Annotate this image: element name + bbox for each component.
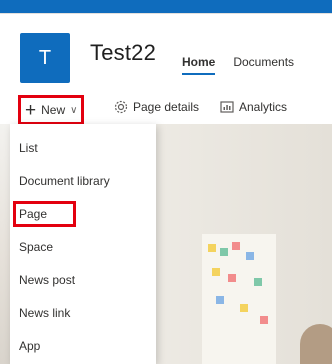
site-header: T Test22 Home Documents — [0, 14, 332, 92]
analytics-label: Analytics — [239, 100, 288, 114]
tab-home[interactable]: Home — [182, 55, 216, 75]
site-navigation: Home Documents — [182, 55, 294, 75]
site-title[interactable]: Test22 — [90, 40, 156, 66]
suite-bar — [0, 0, 332, 13]
command-bar: + New ∨ Page details Analytics — [0, 92, 332, 125]
tab-documents[interactable]: Documents — [233, 55, 294, 75]
menu-item-app[interactable]: App — [10, 332, 156, 360]
sticky-notes-board — [202, 234, 276, 364]
page-details-label: Page details — [133, 100, 200, 114]
menu-item-news-post[interactable]: News post — [10, 266, 156, 294]
analytics-button[interactable]: Analytics — [220, 100, 287, 114]
gear-icon — [114, 100, 128, 114]
new-dropdown-menu: List Document library Page Space News po… — [10, 124, 156, 364]
plus-icon: + — [25, 99, 37, 121]
new-button[interactable]: + New ∨ — [18, 95, 85, 125]
new-label: New — [41, 103, 66, 117]
menu-item-page[interactable]: Page — [10, 200, 156, 228]
site-logo[interactable]: T — [20, 33, 70, 83]
menu-item-document-library[interactable]: Document library — [10, 167, 156, 195]
analytics-icon — [220, 100, 234, 114]
menu-item-list[interactable]: List — [10, 134, 156, 162]
menu-item-space[interactable]: Space — [10, 233, 156, 261]
person-figure — [300, 324, 332, 364]
chevron-down-icon: ∨ — [70, 104, 78, 116]
menu-item-news-link[interactable]: News link — [10, 299, 156, 327]
page-details-button[interactable]: Page details — [114, 100, 199, 114]
